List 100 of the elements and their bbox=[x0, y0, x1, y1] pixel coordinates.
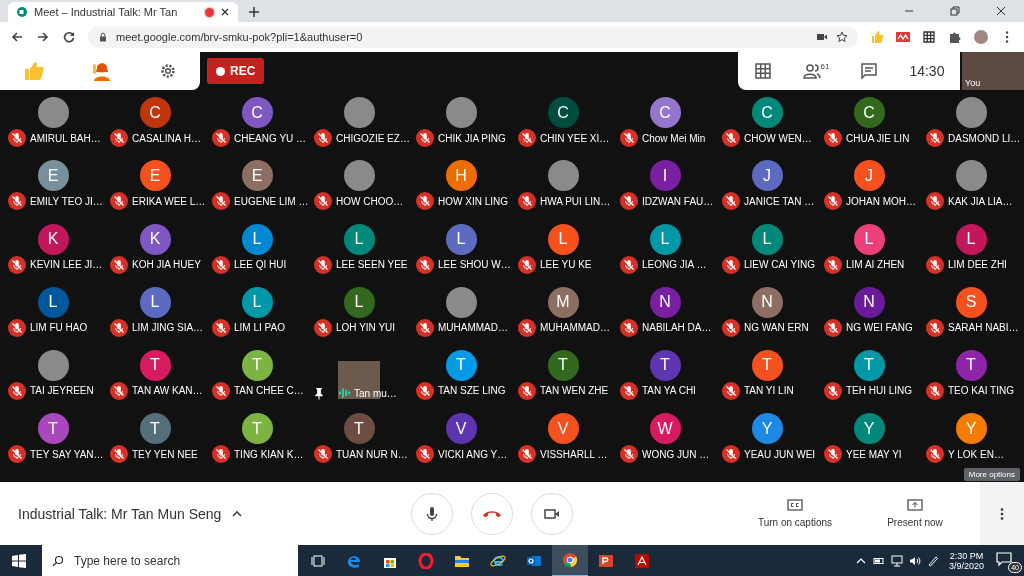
meeting-clock: 14:30 bbox=[909, 63, 945, 79]
profile-avatar[interactable] bbox=[974, 30, 988, 44]
internet-explorer-icon[interactable] bbox=[490, 552, 506, 569]
avatar: C bbox=[139, 97, 171, 129]
windows-logo-icon[interactable] bbox=[12, 553, 26, 568]
participant-name: LEE YU KE bbox=[540, 259, 592, 270]
participant-name: LIM AI ZHEN bbox=[846, 259, 905, 270]
avatar: C bbox=[241, 97, 273, 129]
close-icon[interactable] bbox=[220, 7, 230, 17]
self-label: You bbox=[965, 78, 981, 88]
extension-icon[interactable] bbox=[896, 30, 910, 44]
captions-icon bbox=[787, 499, 803, 511]
participant-name: LOH YIN YUI bbox=[336, 322, 396, 334]
address-bar[interactable]: meet.google.com/brv-smku-pok?pli=1&authuser=0 bbox=[88, 26, 858, 48]
browser-tab[interactable]: Meet – Industrial Talk: Mr Tan bbox=[8, 2, 238, 22]
present-button[interactable]: Present now bbox=[860, 498, 970, 529]
forward-icon[interactable] bbox=[36, 30, 50, 44]
participant-name: IDZWAN FAU… bbox=[642, 195, 714, 207]
avatar-photo-placeholder bbox=[445, 97, 477, 129]
avatar: C bbox=[547, 97, 579, 129]
network-icon[interactable] bbox=[890, 554, 903, 567]
close-icon[interactable] bbox=[996, 6, 1006, 16]
back-icon[interactable] bbox=[10, 30, 24, 44]
avatar: T bbox=[853, 349, 885, 381]
lock-icon bbox=[98, 32, 108, 42]
avatar: T bbox=[955, 349, 987, 381]
avatar: T bbox=[139, 349, 171, 381]
people-icon[interactable] bbox=[802, 62, 821, 80]
chrome-taskbar-button[interactable] bbox=[552, 544, 588, 576]
search-icon bbox=[52, 554, 64, 567]
reload-icon[interactable] bbox=[62, 30, 76, 44]
powerpoint-icon[interactable] bbox=[598, 552, 614, 569]
participant-name: VICKI ANG Y… bbox=[438, 448, 508, 460]
settings-icon[interactable] bbox=[159, 62, 177, 80]
participant-name: LEE SEEN YEE bbox=[336, 259, 408, 270]
notifications-icon[interactable] bbox=[996, 550, 1012, 567]
avatar: E bbox=[37, 160, 69, 192]
pen-icon[interactable] bbox=[926, 554, 939, 567]
star-icon[interactable] bbox=[836, 31, 848, 43]
participant-name: CHIK JIA PING bbox=[438, 132, 506, 144]
restore-icon[interactable] bbox=[950, 6, 960, 16]
participant-name: HWA PUI LIN… bbox=[540, 195, 611, 207]
speaker-icon[interactable] bbox=[908, 554, 921, 567]
avatar: N bbox=[751, 286, 783, 318]
avatar: M bbox=[547, 286, 579, 318]
participant-count: 61 bbox=[820, 62, 830, 71]
participant-name: TAN YI LIN bbox=[744, 385, 794, 397]
camera-icon[interactable] bbox=[816, 31, 828, 43]
chrome-browser-icon bbox=[562, 551, 578, 568]
avatar: L bbox=[649, 223, 681, 255]
participant-name: EMILY TEO JI… bbox=[30, 195, 103, 207]
meet-logo-icon bbox=[16, 6, 28, 18]
participant-name: Chow Mei Min bbox=[642, 132, 706, 144]
grid-icon[interactable] bbox=[922, 30, 936, 44]
avatar: T bbox=[547, 349, 579, 381]
raised-hand-person-icon[interactable] bbox=[91, 60, 113, 82]
avatar: L bbox=[241, 286, 273, 318]
avatar: L bbox=[751, 223, 783, 255]
task-view-icon[interactable] bbox=[310, 552, 326, 569]
participant-name: NG WEI FANG bbox=[846, 322, 913, 334]
participant-name: KEVIN LEE JI… bbox=[30, 259, 103, 270]
avatar: N bbox=[853, 286, 885, 318]
participant-name: LIM JING SIA… bbox=[132, 322, 204, 334]
avatar: T bbox=[649, 349, 681, 381]
participant-name: LIEW CAI YING bbox=[744, 259, 815, 270]
grid-layout-icon[interactable] bbox=[753, 62, 772, 80]
new-tab-icon[interactable] bbox=[248, 6, 260, 18]
avatar: T bbox=[241, 413, 273, 444]
avatar-photo-placeholder bbox=[37, 349, 69, 381]
participant-name: ERIKA WEE L… bbox=[132, 195, 206, 207]
taskbar-search-field[interactable]: Type here to search bbox=[42, 545, 298, 576]
participant-name: YEE MAY YI bbox=[846, 448, 902, 460]
recording-button[interactable]: REC bbox=[207, 58, 265, 84]
participant-name: CHEANG YU … bbox=[234, 132, 307, 144]
avatar: K bbox=[139, 223, 171, 255]
participant-name: CHOW WEN… bbox=[744, 132, 812, 144]
thumbs-up-icon[interactable] bbox=[23, 60, 45, 82]
participant-name: TAI JEYREEN bbox=[30, 385, 94, 397]
participant-name: MUHAMMAD… bbox=[438, 322, 508, 334]
thumbs-up-icon[interactable] bbox=[870, 30, 884, 44]
opera-browser-icon[interactable] bbox=[418, 552, 434, 569]
avatar-photo-placeholder bbox=[955, 160, 987, 192]
tooltip: More options bbox=[963, 468, 1020, 481]
avatar: T bbox=[139, 413, 171, 444]
participant-name: EUGENE LIM … bbox=[234, 195, 309, 207]
participant-name: SARAH NABI… bbox=[948, 322, 1019, 334]
chat-icon[interactable] bbox=[860, 62, 879, 80]
avatar: E bbox=[241, 160, 273, 192]
captions-button[interactable]: Turn on captions bbox=[740, 498, 850, 529]
avatar: K bbox=[37, 223, 69, 255]
phone-hang-up-icon bbox=[482, 509, 501, 518]
avatar: L bbox=[853, 223, 885, 255]
participant-name: MUHAMMAD… bbox=[540, 322, 610, 334]
participant-name: LEE QI HUI bbox=[234, 259, 287, 270]
participant-name: Y LOK EN… bbox=[948, 448, 1004, 460]
pin-icon[interactable] bbox=[314, 386, 324, 400]
participant-name: KAK JIA LIA… bbox=[948, 195, 1013, 207]
meeting-title[interactable]: Industrial Talk: Mr Tan Mun Seng bbox=[18, 505, 222, 522]
puzzle-icon[interactable] bbox=[948, 30, 962, 44]
pdf-reader-icon[interactable] bbox=[634, 552, 650, 569]
